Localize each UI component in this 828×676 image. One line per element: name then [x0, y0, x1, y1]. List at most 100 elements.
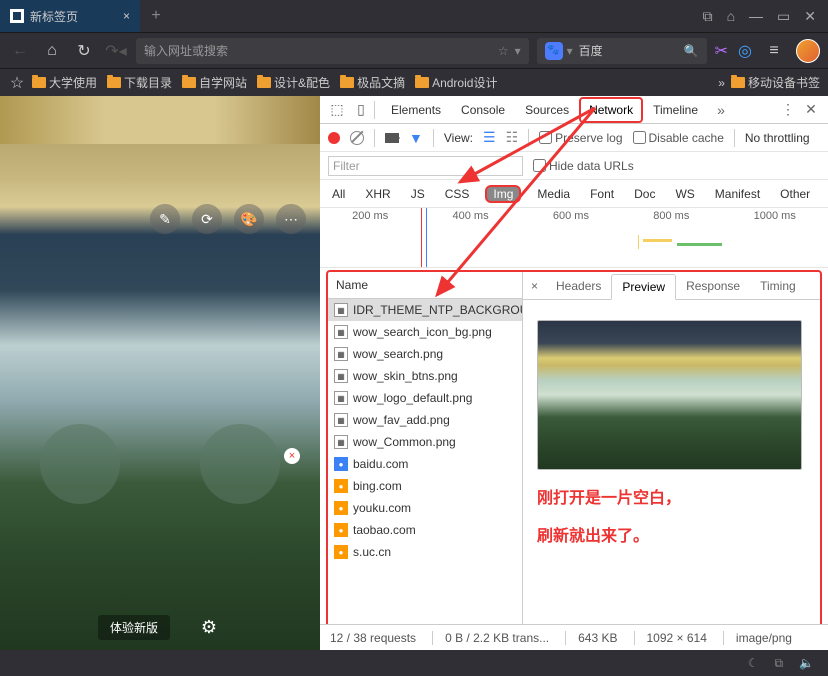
- minimize-icon[interactable]: —: [749, 8, 763, 25]
- history-icon[interactable]: ⟳: [192, 204, 222, 234]
- address-bar[interactable]: 输入网址或搜索 ☆ ▾: [136, 38, 529, 64]
- filter-input[interactable]: Filter: [328, 156, 523, 176]
- devtools-tab-sources[interactable]: Sources: [515, 97, 579, 123]
- close-window-icon[interactable]: ✕: [804, 8, 816, 25]
- request-row[interactable]: ▦wow_search.png: [328, 343, 522, 365]
- home-button[interactable]: ⌂: [40, 39, 64, 63]
- request-row[interactable]: ●s.uc.cn: [328, 541, 522, 563]
- clear-button[interactable]: [350, 131, 364, 145]
- request-row[interactable]: ▦IDR_THEME_NTP_BACKGROUN...: [328, 299, 522, 321]
- menu-icon[interactable]: ≡: [762, 39, 786, 63]
- request-row[interactable]: ▦wow_Common.png: [328, 431, 522, 453]
- devtools-tab-console[interactable]: Console: [451, 97, 515, 123]
- filter-type-ws[interactable]: WS: [671, 185, 698, 203]
- request-row[interactable]: ▦wow_search_icon_bg.png: [328, 321, 522, 343]
- request-row[interactable]: ▦wow_skin_btns.png: [328, 365, 522, 387]
- search-box[interactable]: 🐾 ▾ 百度 🔍: [537, 38, 707, 64]
- forward-dropdown-button[interactable]: ↷◂: [104, 39, 128, 63]
- filter-type-css[interactable]: CSS: [441, 185, 474, 203]
- speed-dial[interactable]: [40, 424, 120, 504]
- devtools-tab-timeline[interactable]: Timeline: [643, 97, 708, 123]
- filter-type-img[interactable]: Img: [485, 185, 521, 203]
- try-new-version-button[interactable]: 体验新版: [98, 615, 170, 640]
- filter-type-media[interactable]: Media: [533, 185, 574, 203]
- maximize-icon[interactable]: ▭: [777, 8, 790, 25]
- preview-tab-timing[interactable]: Timing: [750, 274, 806, 298]
- back-button[interactable]: ←: [8, 39, 32, 63]
- gear-icon[interactable]: ⚙: [196, 614, 222, 640]
- mobile-bookmarks-folder[interactable]: 移动设备书签: [731, 74, 820, 91]
- preview-tab-headers[interactable]: Headers: [546, 274, 611, 298]
- request-row[interactable]: ●taobao.com: [328, 519, 522, 541]
- moon-icon[interactable]: ☾: [748, 656, 759, 670]
- view-large-icon[interactable]: ☷: [506, 129, 519, 146]
- restore-icon[interactable]: ⧉: [774, 656, 783, 671]
- preview-tab-response[interactable]: Response: [676, 274, 750, 298]
- request-row[interactable]: ▦wow_fav_add.png: [328, 409, 522, 431]
- view-list-icon[interactable]: ☰: [483, 129, 496, 146]
- record-button[interactable]: [328, 132, 340, 144]
- bookmark-folder[interactable]: 自学网站: [182, 74, 247, 91]
- filter-type-all[interactable]: All: [328, 185, 349, 203]
- request-row[interactable]: ●youku.com: [328, 497, 522, 519]
- filter-type-xhr[interactable]: XHR: [361, 185, 394, 203]
- close-devtools-icon[interactable]: ✕: [800, 99, 822, 121]
- throttle-select[interactable]: No throttling: [745, 131, 810, 145]
- search-icon[interactable]: 🔍: [684, 44, 699, 58]
- palette-icon[interactable]: 🎨: [234, 204, 264, 234]
- browser-tab[interactable]: 新标签页 ×: [0, 0, 140, 32]
- reload-button[interactable]: ↻: [72, 39, 96, 63]
- sound-icon[interactable]: 🔈: [799, 656, 814, 670]
- scissors-icon[interactable]: ✂: [715, 41, 728, 61]
- avatar[interactable]: [796, 39, 820, 63]
- target-icon[interactable]: ◎: [738, 41, 752, 61]
- filter-type-manifest[interactable]: Manifest: [711, 185, 764, 203]
- delete-dial-icon[interactable]: ×: [284, 448, 300, 464]
- disable-cache-checkbox[interactable]: Disable cache: [633, 131, 724, 145]
- filter-type-other[interactable]: Other: [776, 185, 814, 203]
- restore-icon[interactable]: ⧉: [703, 8, 713, 25]
- shirt-icon[interactable]: ⌂: [727, 8, 735, 25]
- bookmark-folder[interactable]: 设计&配色: [257, 74, 330, 91]
- overflow-tabs-icon[interactable]: »: [710, 99, 732, 121]
- device-toolbar-icon[interactable]: ▯: [350, 99, 372, 121]
- more-icon[interactable]: ⋯: [276, 204, 306, 234]
- bookmark-folder[interactable]: Android设计: [415, 74, 497, 91]
- request-name: youku.com: [353, 501, 411, 515]
- screenshot-icon[interactable]: [385, 133, 399, 143]
- devtools-tab-elements[interactable]: Elements: [381, 97, 451, 123]
- annotation-text: 刷新就出来了。: [537, 522, 806, 546]
- bookmark-overflow[interactable]: »: [718, 76, 725, 90]
- close-icon[interactable]: ×: [123, 9, 130, 23]
- new-tab-button[interactable]: +: [140, 0, 172, 32]
- devtools-menu-icon[interactable]: ⋮: [776, 99, 798, 121]
- request-row[interactable]: ●bing.com: [328, 475, 522, 497]
- speed-dial[interactable]: [200, 424, 280, 504]
- request-name: taobao.com: [353, 523, 416, 537]
- inspect-element-icon[interactable]: ⬚: [326, 99, 348, 121]
- star-icon[interactable]: ☆: [498, 44, 509, 58]
- bookmark-folder[interactable]: 极品文摘: [340, 74, 405, 91]
- bookmark-folder[interactable]: 下载目录: [107, 74, 172, 91]
- search-engine-dropdown-icon[interactable]: ▾: [567, 44, 573, 58]
- close-preview-icon[interactable]: ×: [523, 279, 546, 293]
- name-column-header[interactable]: Name: [328, 272, 522, 299]
- filter-type-font[interactable]: Font: [586, 185, 618, 203]
- filter-type-js[interactable]: JS: [407, 185, 429, 203]
- preview-tab-preview[interactable]: Preview: [611, 274, 676, 300]
- filter-toggle-icon[interactable]: ▼: [409, 130, 423, 146]
- filter-type-doc[interactable]: Doc: [630, 185, 659, 203]
- request-name: IDR_THEME_NTP_BACKGROUN...: [353, 303, 522, 317]
- bookmark-folder[interactable]: 大学使用: [32, 74, 97, 91]
- devtools-tab-network[interactable]: Network: [579, 97, 643, 123]
- request-row[interactable]: ▦wow_logo_default.png: [328, 387, 522, 409]
- edit-icon[interactable]: ✎: [150, 204, 180, 234]
- preserve-log-checkbox[interactable]: Preserve log: [539, 131, 622, 145]
- hide-data-urls-checkbox[interactable]: Hide data URLs: [533, 159, 634, 173]
- dropdown-icon[interactable]: ▾: [515, 44, 521, 58]
- network-timeline[interactable]: 200 ms400 ms600 ms800 ms1000 ms: [320, 208, 828, 268]
- timeline-tick: 600 ms: [553, 210, 589, 222]
- request-favicon: ●: [334, 479, 348, 493]
- bookmark-star-icon[interactable]: ☆: [8, 71, 26, 95]
- request-row[interactable]: ●baidu.com: [328, 453, 522, 475]
